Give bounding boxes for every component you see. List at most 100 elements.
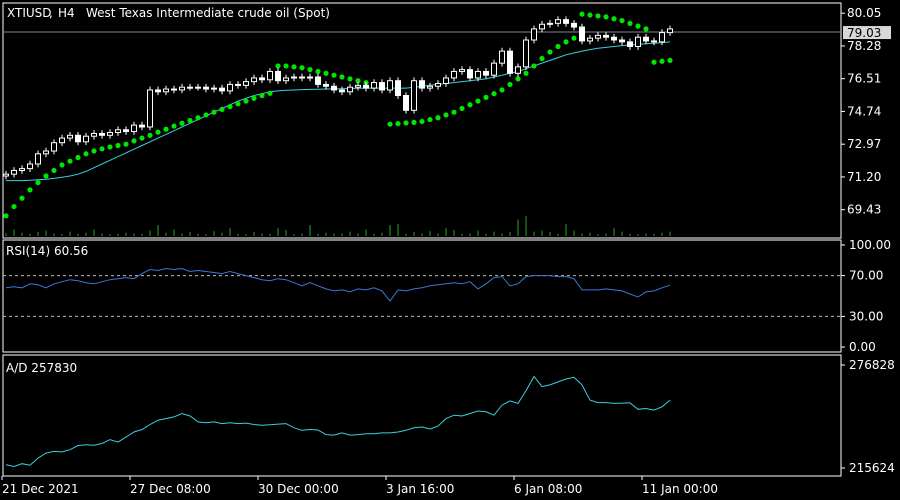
candle-bull xyxy=(515,66,521,74)
sar-dot xyxy=(627,20,633,26)
main-price-pane: XTIUSD , H4 West Texas Intermediate crud… xyxy=(2,2,891,239)
sar-dot xyxy=(139,135,145,141)
sar-dot xyxy=(307,67,313,73)
sar-dot xyxy=(323,70,329,76)
sar-dot xyxy=(99,146,105,152)
candle-bull xyxy=(659,32,665,43)
sar-dot xyxy=(51,167,57,174)
rsi-polyline xyxy=(5,267,671,302)
chart-canvas: XTIUSD , H4 West Texas Intermediate crud… xyxy=(1,2,895,496)
sar-dot xyxy=(635,23,641,29)
candle-bull xyxy=(443,77,449,84)
candles xyxy=(3,16,673,180)
volume-bars xyxy=(5,216,671,236)
candle-bull xyxy=(107,132,113,136)
candle-bear xyxy=(123,129,129,133)
rsi-label: RSI(14) 60.56 xyxy=(6,244,88,258)
sar-dot xyxy=(531,63,537,69)
sar-dot xyxy=(459,105,465,112)
candle-bull xyxy=(283,77,289,82)
sar-dot xyxy=(403,120,409,126)
sar-dot xyxy=(27,187,33,193)
price-tick-label: 69.43 xyxy=(847,203,881,217)
ad-polyline xyxy=(5,375,671,468)
sar-dot xyxy=(267,90,273,96)
candle-bull xyxy=(19,168,25,171)
candle-bear xyxy=(235,83,241,86)
candle-bull xyxy=(179,86,185,91)
candle-bull xyxy=(27,163,33,170)
sar-dot xyxy=(467,102,473,108)
sar-dot xyxy=(411,119,417,125)
candle-bear xyxy=(171,88,177,91)
candle-bull xyxy=(371,82,377,89)
ma-line xyxy=(6,41,671,182)
candle-bull xyxy=(475,70,481,79)
candle-bull xyxy=(195,86,201,89)
sar-dot xyxy=(3,213,9,219)
sar-dot xyxy=(131,138,137,144)
ad-axis: 276828 215624 xyxy=(841,358,895,475)
rsi-pane: RSI(14) 60.56 100.00 70.00 30.00 0.00 xyxy=(2,238,891,354)
candle-bull xyxy=(267,70,273,81)
candle-bull xyxy=(435,82,441,87)
sar-dot xyxy=(387,121,393,127)
sar-dot xyxy=(595,13,601,19)
sar-dot xyxy=(451,109,457,115)
sar-dot xyxy=(195,115,201,121)
sar-dot xyxy=(515,76,521,82)
candle-bear xyxy=(339,89,345,93)
sar-dot xyxy=(75,154,81,161)
sar-dot xyxy=(147,132,153,138)
candle-bull xyxy=(291,76,297,79)
candle-bull xyxy=(115,129,121,134)
candle-bull xyxy=(555,19,561,24)
time-tick-label: 30 Dec 00:00 xyxy=(258,482,339,496)
chart-timeframe-sep: , xyxy=(49,6,53,20)
candle-bull xyxy=(59,137,65,144)
moving-average xyxy=(6,41,671,182)
sar-dot xyxy=(523,70,529,76)
candle-bull xyxy=(3,173,9,177)
sar-dot xyxy=(43,173,49,179)
sar-dot xyxy=(35,179,41,186)
price-tick-label: 74.74 xyxy=(847,104,881,118)
sar-dot xyxy=(571,35,577,41)
sar-dot xyxy=(211,109,217,115)
sar-dot xyxy=(419,118,425,125)
sar-dot xyxy=(179,120,185,126)
price-tick-label: 71.20 xyxy=(847,170,881,184)
sar-dot xyxy=(275,63,281,69)
rsi-line xyxy=(5,267,671,302)
sar-dot xyxy=(163,126,169,132)
sar-dot xyxy=(667,57,673,63)
candle-bull xyxy=(539,23,545,30)
candle-bear xyxy=(467,69,473,79)
sar-dot xyxy=(187,117,193,124)
candle-bull xyxy=(667,28,673,34)
time-tick-label: 21 Dec 2021 xyxy=(2,482,79,496)
sar-dot xyxy=(283,63,289,69)
sar-dot xyxy=(155,129,161,135)
candle-bull xyxy=(187,86,193,89)
candle-bear xyxy=(403,95,409,111)
current-price-label: 79.03 xyxy=(847,26,881,40)
candle-bear xyxy=(139,124,145,128)
candle-bull xyxy=(211,87,217,90)
rsi-pane-frame xyxy=(2,239,842,353)
sar-dot xyxy=(291,64,297,70)
candle-bull xyxy=(83,135,89,143)
candle-bear xyxy=(99,132,105,136)
candle-bull xyxy=(163,88,169,93)
candle-bear xyxy=(603,34,609,38)
candle-bull xyxy=(43,150,49,155)
price-tick-label: 72.97 xyxy=(847,137,881,151)
sar-dot xyxy=(235,101,241,107)
candle-bear xyxy=(563,19,569,24)
rsi-levels xyxy=(3,275,841,317)
candle-bear xyxy=(627,41,633,47)
sar-dot xyxy=(499,87,505,93)
candle-bear xyxy=(203,86,209,90)
rsi-tick-label: 30.00 xyxy=(849,309,883,323)
candle-bull xyxy=(499,50,505,64)
